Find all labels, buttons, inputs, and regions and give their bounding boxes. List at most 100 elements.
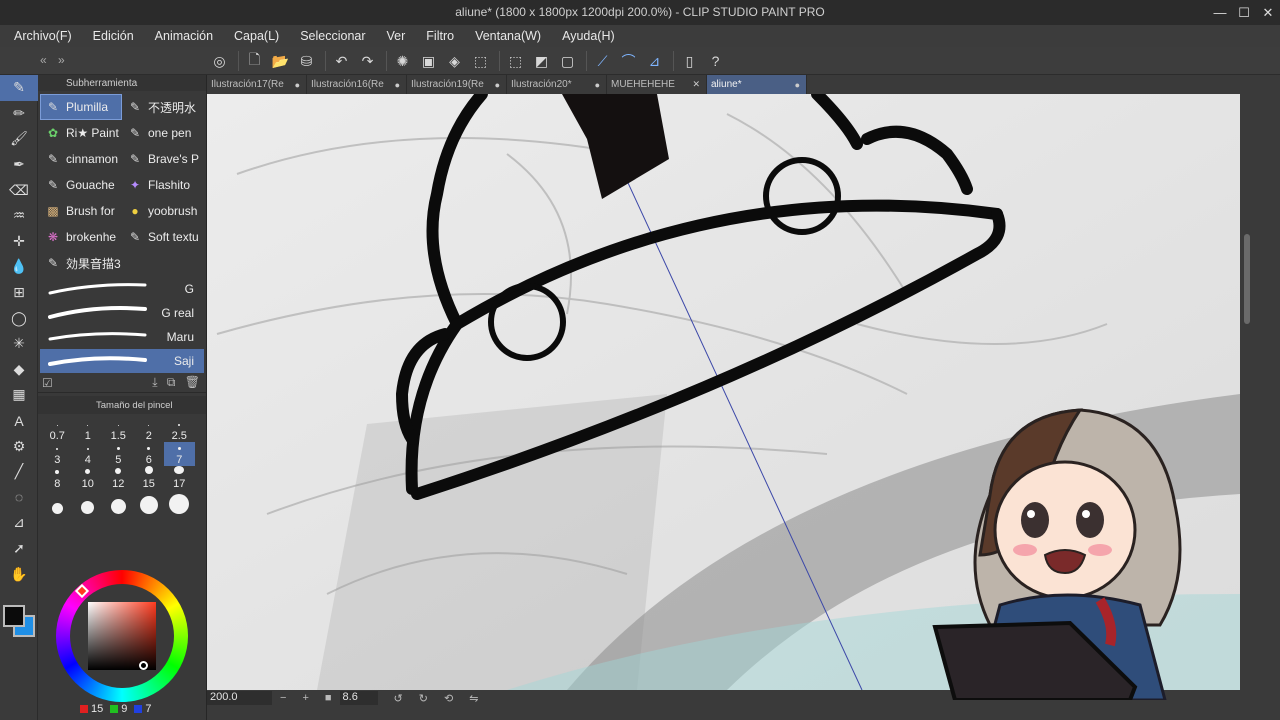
color-picker-knob[interactable] bbox=[139, 661, 148, 670]
brush-size-preset[interactable]: 4 bbox=[73, 442, 104, 466]
saturation-value-square[interactable] bbox=[88, 602, 156, 670]
subtool-item[interactable]: ✦ Flashito bbox=[122, 172, 205, 198]
tab-muehehehe[interactable]: MUEHEHEHE ✕ bbox=[607, 75, 707, 94]
eraser-tool-icon[interactable]: ⌫ bbox=[0, 177, 38, 203]
brush-size-preset[interactable]: 10 bbox=[73, 466, 104, 490]
balloon-tool-icon[interactable]: ◌ bbox=[0, 485, 38, 511]
menu-ver[interactable]: Ver bbox=[387, 29, 406, 43]
stroke-preset[interactable]: Saji bbox=[40, 349, 204, 373]
frame-tool-icon[interactable]: ⊞ bbox=[0, 280, 38, 306]
brush-tool-icon[interactable]: 🖌 bbox=[0, 126, 38, 152]
maximize-button[interactable]: ☐ bbox=[1232, 0, 1256, 25]
dot-icon[interactable]: ● bbox=[595, 80, 600, 90]
ruler-tool-icon[interactable]: ⊿ bbox=[0, 510, 38, 536]
tab-ilustracion20[interactable]: Ilustración20* ● bbox=[507, 75, 607, 94]
brush-size-preset[interactable]: 3 bbox=[42, 442, 73, 466]
operation-tool-icon[interactable]: ⚙ bbox=[0, 433, 38, 459]
zoom-in-icon[interactable]: + bbox=[302, 692, 308, 704]
subtool-item[interactable]: ❋ brokenhe bbox=[40, 224, 122, 250]
rotation-angle-field[interactable]: 8.6 bbox=[339, 691, 378, 705]
dot-icon[interactable]: ● bbox=[295, 80, 300, 90]
brush-size-preset[interactable]: 5 bbox=[103, 442, 134, 466]
vertical-scrollbar[interactable] bbox=[1240, 94, 1254, 690]
zoom-out-icon[interactable]: − bbox=[280, 692, 286, 704]
undo-icon[interactable]: ↶ bbox=[330, 50, 353, 72]
subtool-item[interactable]: ✎ 不透明水 bbox=[122, 94, 205, 120]
reset-rotation-icon[interactable]: ⟲ bbox=[444, 692, 453, 705]
menu-capa[interactable]: Capa(L) bbox=[234, 29, 279, 43]
brush-size-preset[interactable]: 2.5 bbox=[164, 418, 195, 442]
brush-size-preset[interactable] bbox=[73, 490, 104, 514]
rotate-left-icon[interactable]: ↺ bbox=[394, 692, 403, 705]
blend-tool-icon[interactable]: 💧 bbox=[0, 254, 38, 280]
brush-size-preset[interactable]: 17 bbox=[164, 466, 195, 490]
panel-collapse-arrows[interactable]: « » bbox=[40, 53, 69, 67]
foreground-color-swatch[interactable] bbox=[3, 605, 25, 627]
subtool-item[interactable]: ✿ Ri★ Paint bbox=[40, 120, 122, 146]
transform-icon[interactable]: ⬚ bbox=[469, 50, 492, 72]
move-tool-icon[interactable]: ✛ bbox=[0, 229, 38, 255]
brush-size-preset[interactable] bbox=[134, 490, 165, 514]
scrollbar-thumb[interactable] bbox=[1244, 234, 1250, 324]
line-tool-icon[interactable]: ╱ bbox=[0, 459, 38, 485]
duplicate-icon[interactable]: ⧉ bbox=[167, 375, 176, 389]
help-icon[interactable]: ? bbox=[704, 50, 727, 72]
invert-selection-icon[interactable]: ◩ bbox=[530, 50, 553, 72]
tab-ilustracion16[interactable]: Ilustración16(Re ● bbox=[307, 75, 407, 94]
dot-icon[interactable]: ● bbox=[795, 80, 800, 90]
snap-ruler-icon[interactable]: ⟋ bbox=[591, 50, 614, 72]
subtool-item[interactable]: ✎ 効果音描3 bbox=[40, 250, 122, 276]
brush-size-preset[interactable]: 7 bbox=[164, 442, 195, 466]
dot-icon[interactable]: ● bbox=[495, 80, 500, 90]
brush-size-preset[interactable]: 8 bbox=[42, 466, 73, 490]
clip-studio-icon[interactable]: ◎ bbox=[208, 50, 231, 72]
stop-icon[interactable]: ■ bbox=[325, 692, 332, 704]
tab-ilustracion17[interactable]: Ilustración17(Re ● bbox=[207, 75, 307, 94]
dot-icon[interactable]: ● bbox=[395, 80, 400, 90]
object-tool-icon[interactable]: ➚ bbox=[0, 536, 38, 562]
menu-filtro[interactable]: Filtro bbox=[426, 29, 454, 43]
brush-size-preset[interactable] bbox=[164, 490, 195, 514]
pencil-tool-icon[interactable]: ✏ bbox=[0, 101, 38, 127]
flip-icon[interactable]: ⇋ bbox=[469, 692, 478, 705]
fill-icon[interactable]: ◈ bbox=[443, 50, 466, 72]
close-window-button[interactable]: ✕ bbox=[1256, 0, 1280, 25]
menu-edicion[interactable]: Edición bbox=[93, 29, 134, 43]
menu-ventana[interactable]: Ventana(W) bbox=[475, 29, 541, 43]
close-icon[interactable]: ✕ bbox=[692, 79, 700, 90]
snap-special-ruler-icon[interactable]: ⌒ bbox=[617, 50, 640, 72]
decoration-tool-icon[interactable]: ♒ bbox=[0, 203, 38, 229]
brush-size-preset[interactable]: 1 bbox=[73, 418, 104, 442]
menu-animacion[interactable]: Animación bbox=[155, 29, 213, 43]
subtool-item[interactable]: ● yoobrush bbox=[122, 198, 205, 224]
trash-icon[interactable]: 🗑 bbox=[185, 375, 200, 389]
tab-ilustracion19[interactable]: Ilustración19(Re ● bbox=[407, 75, 507, 94]
settings-icon[interactable]: ☑ bbox=[42, 376, 53, 390]
snap-grid-icon[interactable]: ⊿ bbox=[643, 50, 666, 72]
crop-icon[interactable]: ▢ bbox=[556, 50, 579, 72]
clear-icon[interactable]: ✺ bbox=[391, 50, 414, 72]
brush-size-preset[interactable]: 15 bbox=[134, 466, 165, 490]
brush-size-preset[interactable]: 2 bbox=[134, 418, 165, 442]
minimize-button[interactable]: — bbox=[1208, 0, 1232, 25]
subtool-item[interactable]: ✎ Plumilla bbox=[40, 94, 122, 120]
brush-size-preset[interactable] bbox=[42, 490, 73, 514]
brush-size-preset[interactable]: 1.5 bbox=[103, 418, 134, 442]
new-file-icon[interactable]: 🗋 bbox=[243, 50, 266, 72]
menu-archivo[interactable]: Archivo(F) bbox=[14, 29, 72, 43]
rotate-right-icon[interactable]: ↻ bbox=[419, 692, 428, 705]
clear-outside-icon[interactable]: ▣ bbox=[417, 50, 440, 72]
download-icon[interactable]: ⤓ bbox=[152, 375, 157, 389]
menu-ayuda[interactable]: Ayuda(H) bbox=[562, 29, 615, 43]
menu-seleccionar[interactable]: Seleccionar bbox=[300, 29, 365, 43]
zoom-field[interactable]: 200.0 bbox=[207, 691, 272, 705]
save-icon[interactable]: ⛁ bbox=[295, 50, 318, 72]
airbrush-tool-icon[interactable]: ✒ bbox=[0, 152, 38, 178]
stroke-preset[interactable]: Maru bbox=[40, 325, 204, 349]
pen-tool-icon[interactable]: ✎ bbox=[0, 75, 38, 101]
color-wheel[interactable] bbox=[56, 570, 188, 702]
hand-tool-icon[interactable]: ✋ bbox=[0, 561, 38, 587]
redo-icon[interactable]: ↷ bbox=[356, 50, 379, 72]
text-tool-icon[interactable]: A bbox=[0, 408, 38, 434]
magic-wand-icon[interactable]: ✳ bbox=[0, 331, 38, 357]
